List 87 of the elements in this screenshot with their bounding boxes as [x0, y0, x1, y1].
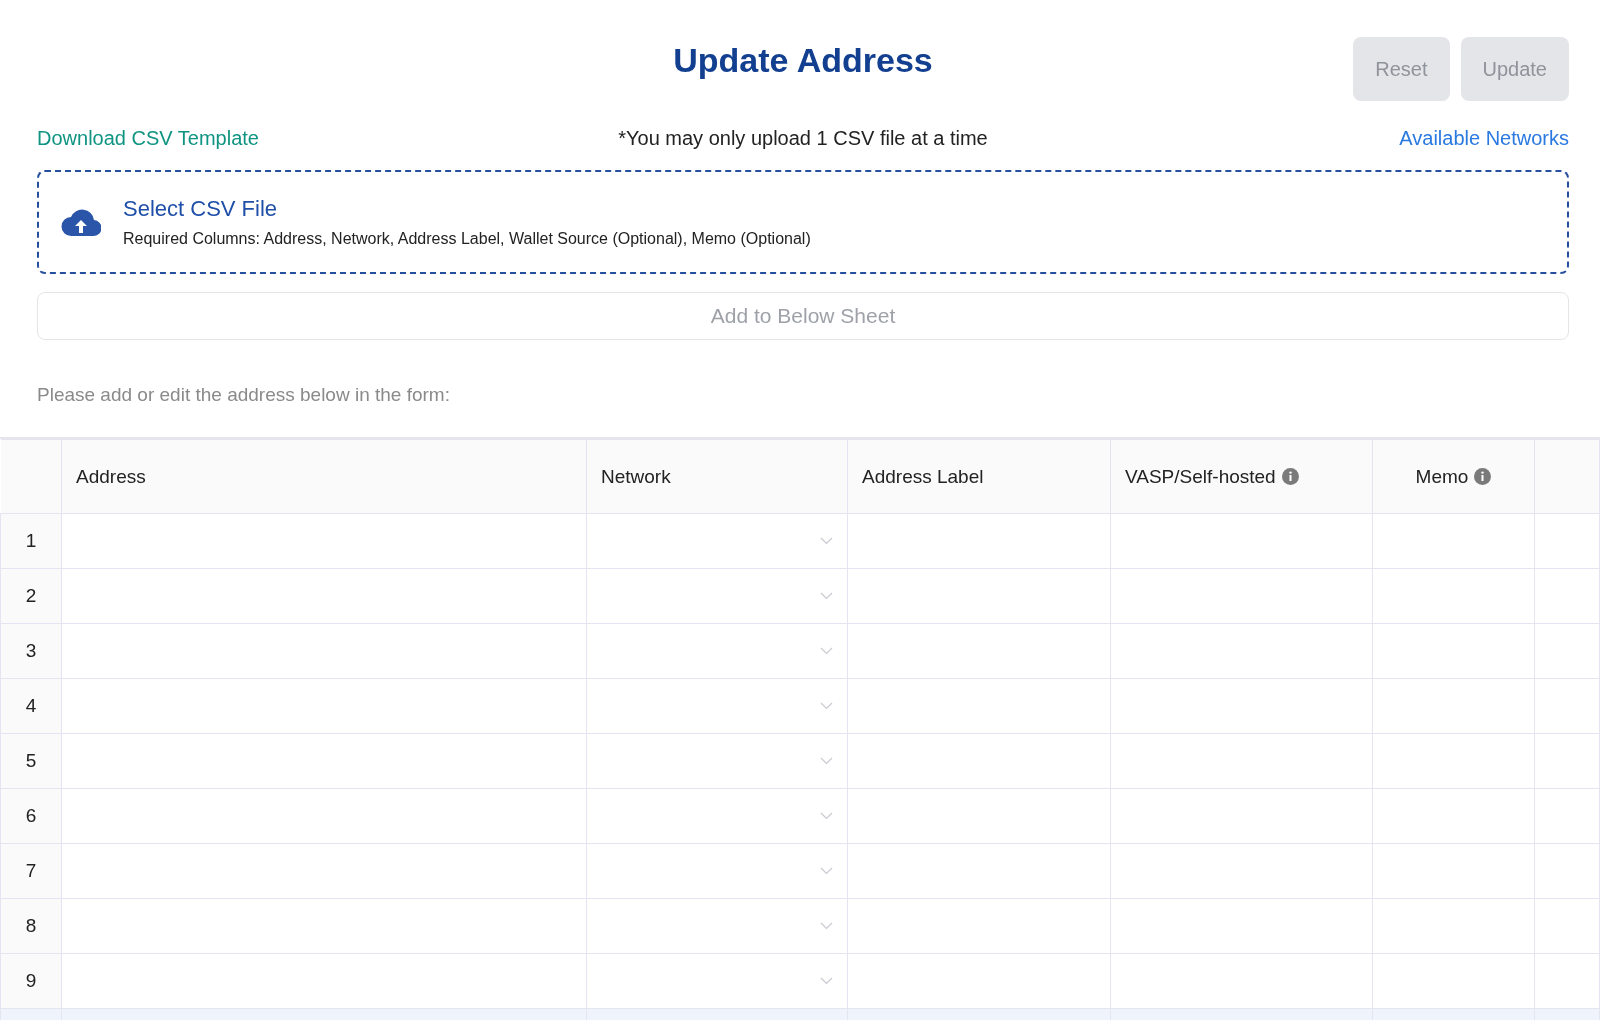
sheet-cell[interactable] [847, 898, 1111, 954]
sheet-cell[interactable] [1372, 898, 1535, 954]
sheet-cell[interactable] [1534, 843, 1600, 899]
sheet-cell[interactable] [1534, 898, 1600, 954]
sheet-cell[interactable] [61, 623, 587, 679]
sheet-cell[interactable] [61, 513, 587, 569]
sheet-cell[interactable] [1110, 953, 1373, 1009]
chevron-down-icon [820, 867, 833, 875]
row-number: 3 [0, 623, 62, 679]
chevron-down-icon [820, 977, 833, 985]
sheet-cell[interactable] [1372, 568, 1535, 624]
upload-note: *You may only upload 1 CSV file at a time [618, 127, 988, 150]
sheet-cell[interactable] [61, 788, 587, 844]
sheet-cell[interactable] [1110, 678, 1373, 734]
sheet-cell[interactable] [1534, 623, 1600, 679]
row-number: 2 [0, 568, 62, 624]
column-header: Address Label [847, 439, 1111, 514]
chevron-down-icon [820, 922, 833, 930]
sheet-cell[interactable] [1110, 568, 1373, 624]
sheet-cell[interactable] [586, 568, 848, 624]
sheet-cell[interactable] [847, 678, 1111, 734]
chevron-down-icon [820, 647, 833, 655]
sheet-cell[interactable] [1110, 788, 1373, 844]
column-header: Network [586, 439, 848, 514]
sheet-cell[interactable] [847, 788, 1111, 844]
sheet-cell[interactable] [1110, 733, 1373, 789]
column-header: Memo [1372, 439, 1535, 514]
chevron-down-icon [820, 757, 833, 765]
row-number: 7 [0, 843, 62, 899]
sheet-cell[interactable] [61, 568, 587, 624]
sheet-cell[interactable] [847, 568, 1111, 624]
info-icon[interactable] [1281, 467, 1299, 485]
sheet-cell[interactable] [61, 898, 587, 954]
sheet-cell[interactable] [1534, 678, 1600, 734]
sheet-cell[interactable] [586, 953, 848, 1009]
sheet-cell[interactable] [1372, 623, 1535, 679]
form-instructions: Please add or edit the address below in the form: [37, 384, 451, 406]
sheet-cell[interactable] [1372, 733, 1535, 789]
sheet-cell[interactable] [61, 953, 587, 1009]
sheet-cell[interactable] [586, 843, 848, 899]
row-number: 6 [0, 788, 62, 844]
required-columns-text: Required Columns: Address, Network, Address Label, Wallet Source (Optional), Memo (Optional) [123, 230, 811, 248]
sheet-cell[interactable] [847, 843, 1111, 899]
row-number: 9 [0, 953, 62, 1009]
chevron-down-icon [820, 812, 833, 820]
sheet-cell[interactable] [586, 733, 848, 789]
sheet-cell[interactable] [61, 843, 587, 899]
page-title: Update Address [673, 41, 933, 80]
sheet-cell[interactable] [1372, 788, 1535, 844]
sheet-cell[interactable] [586, 788, 848, 844]
sheet-cell[interactable] [1372, 513, 1535, 569]
column-header: Address [61, 439, 587, 514]
sheet-cell[interactable] [1372, 678, 1535, 734]
sheet-cell[interactable] [1534, 568, 1600, 624]
row-number: 4 [0, 678, 62, 734]
sheet-cell[interactable] [586, 623, 848, 679]
row-number: 1 [0, 513, 62, 569]
sheet-cell[interactable] [1110, 623, 1373, 679]
sheet-cell[interactable] [847, 623, 1111, 679]
download-template-link[interactable]: Download CSV Template [37, 127, 619, 150]
sheet-cell[interactable] [586, 513, 848, 569]
sheet-cell[interactable] [1110, 843, 1373, 899]
column-header: VASP/Self-hosted [1110, 439, 1373, 514]
sheet-cell[interactable] [1534, 788, 1600, 844]
sheet-cell[interactable] [847, 733, 1111, 789]
chevron-down-icon [820, 702, 833, 710]
sheet-cell[interactable] [61, 733, 587, 789]
sheet-cell[interactable] [61, 678, 587, 734]
sheet-cell[interactable] [1534, 733, 1600, 789]
sheet-cell[interactable] [1110, 513, 1373, 569]
sheet-cell[interactable] [586, 678, 848, 734]
sheet-cell[interactable] [1534, 513, 1600, 569]
row-number: 8 [0, 898, 62, 954]
sheet-cell[interactable] [847, 953, 1111, 1009]
sheet-cell[interactable] [1534, 953, 1600, 1009]
sheet-cell[interactable] [1372, 843, 1535, 899]
csv-dropzone[interactable]: Select CSV File Required Columns: Address, Network, Address Label, Wallet Source (Optional), Memo (Optional) [37, 170, 1569, 274]
dropzone-title: Select CSV File [123, 196, 279, 222]
chevron-down-icon [820, 537, 833, 545]
sheet-cell[interactable] [847, 513, 1111, 569]
sheet-cell[interactable] [1372, 953, 1535, 1009]
info-icon[interactable] [1474, 467, 1492, 485]
sheet-cell[interactable] [1110, 898, 1373, 954]
available-networks-link[interactable]: Available Networks [1399, 127, 1569, 150]
row-number: 5 [0, 733, 62, 789]
sheet-cell[interactable] [586, 898, 848, 954]
chevron-down-icon [820, 592, 833, 600]
